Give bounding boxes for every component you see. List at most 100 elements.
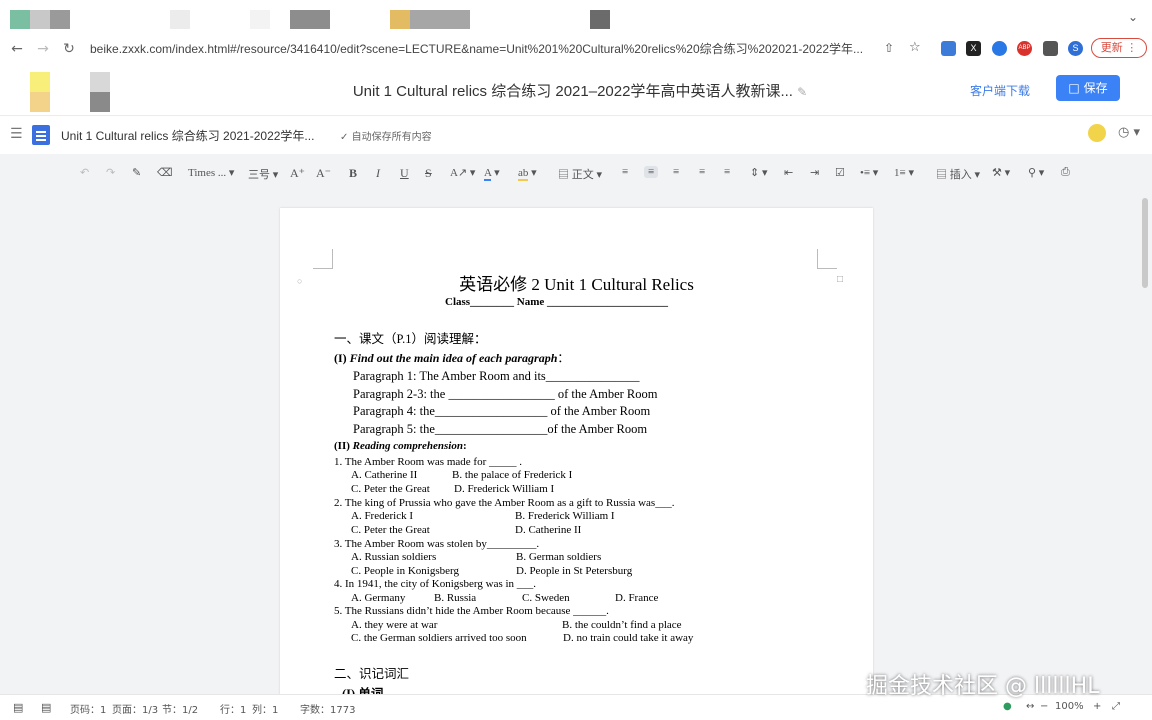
decrease-font-icon[interactable]: A⁻ xyxy=(316,166,331,181)
browser-tab[interactable] xyxy=(250,10,270,29)
part-label: (I) xyxy=(334,351,350,365)
extension-shield-icon[interactable] xyxy=(941,41,956,56)
option: B. the couldn’t find a place xyxy=(562,619,682,631)
bold-icon[interactable]: B xyxy=(349,166,357,181)
align-right-icon[interactable]: ≡ xyxy=(673,166,679,178)
option: C. the German soldiers arrived too soon xyxy=(351,632,527,644)
fullscreen-icon[interactable]: ⤢ xyxy=(1112,701,1120,712)
underline-icon[interactable]: U xyxy=(400,166,409,181)
history-clock-icon[interactable]: ◷ ▾ xyxy=(1118,125,1140,140)
font-size-select[interactable]: 三号 ▾ xyxy=(248,166,278,182)
clear-format-icon[interactable]: ⌫ xyxy=(157,166,173,179)
extensions-puzzle-icon[interactable] xyxy=(1043,41,1058,56)
paragraph-style-value: 正文 xyxy=(571,169,594,181)
align-center-icon[interactable]: ≡ xyxy=(644,166,659,178)
tab-search-chevron-icon[interactable]: ⌄ xyxy=(1128,10,1138,24)
option: C. Peter the Great xyxy=(351,524,430,536)
watermark-text: 掘金技术社区 @ llllllHL xyxy=(866,674,1100,699)
part-colon: : xyxy=(462,440,467,452)
print-icon[interactable]: ⎙ xyxy=(1061,166,1070,179)
italic-icon[interactable]: I xyxy=(376,166,380,181)
browser-tab[interactable] xyxy=(590,10,610,29)
question: 4. In 1941, the city of Konigsberg was i… xyxy=(334,578,537,590)
paragraph-style-select[interactable]: ▤ 正文 ▾ xyxy=(558,166,602,182)
numbered-list-icon[interactable]: 1≡ ▾ xyxy=(894,166,914,179)
extension-x-icon[interactable]: X xyxy=(966,41,981,56)
font-family-select[interactable]: Times ... ▾ xyxy=(188,166,234,179)
increase-font-icon[interactable]: A⁺ xyxy=(290,166,305,181)
zoom-out-icon[interactable]: − xyxy=(1040,701,1048,712)
doc-name[interactable]: Unit 1 Cultural relics 综合练习 2021-2022学年.… xyxy=(61,127,314,144)
profile-avatar[interactable]: S xyxy=(1068,41,1083,56)
save-icon: □ xyxy=(1068,81,1080,95)
line-spacing-icon[interactable]: ⇕ ▾ xyxy=(750,166,768,179)
page-view-icon[interactable]: ▤ xyxy=(41,701,51,714)
redo-icon[interactable]: ↷ xyxy=(106,166,115,179)
extension-adblock-icon[interactable]: ABP xyxy=(1017,41,1032,56)
fit-width-icon[interactable]: ↔ xyxy=(1026,701,1034,712)
option: A. Catherine II xyxy=(351,469,418,481)
section-count: 节：1/2 xyxy=(162,705,199,716)
doc-menubar: ☰ Unit 1 Cultural relics 综合练习 2021-2022学… xyxy=(0,116,1152,154)
insert-menu[interactable]: ▤ 插入 ▾ xyxy=(936,166,980,182)
reload-icon[interactable]: ↻ xyxy=(58,41,80,57)
bullet-list-icon[interactable]: •≡ ▾ xyxy=(860,166,878,179)
browser-tab[interactable] xyxy=(30,10,50,29)
document-canvas[interactable]: □ ○ 英语必修 2 Unit 1 Cultural Relics Class_… xyxy=(0,194,1152,694)
document-page[interactable]: □ ○ 英语必修 2 Unit 1 Cultural Relics Class_… xyxy=(280,208,873,694)
distribute-icon[interactable]: ≡ xyxy=(724,166,730,178)
edit-pencil-icon[interactable]: ✎ xyxy=(797,85,807,99)
back-arrow-icon[interactable]: ← xyxy=(6,41,28,57)
browser-tab[interactable] xyxy=(390,10,410,29)
share-icon[interactable]: ⇧ xyxy=(884,41,894,55)
zoom-level[interactable]: 100% xyxy=(1055,701,1084,712)
option: D. People in St Petersburg xyxy=(516,565,633,577)
forward-arrow-icon[interactable]: → xyxy=(32,41,54,57)
option: C. People in Konigsberg xyxy=(351,565,459,577)
extension-circle-icon[interactable] xyxy=(992,41,1007,56)
browser-tab[interactable] xyxy=(290,10,330,29)
zoom-in-icon[interactable]: + xyxy=(1093,701,1101,712)
part-heading: (I) Find out the main idea of each parag… xyxy=(334,349,569,366)
browser-update-button[interactable]: 更新 ⋮ xyxy=(1091,38,1147,58)
format-painter-icon[interactable]: ✎ xyxy=(132,166,141,179)
indent-increase-icon[interactable]: ⇥ xyxy=(810,166,819,179)
site-logo[interactable] xyxy=(30,72,50,92)
font-family-value: Times ... xyxy=(188,167,227,179)
tools-icon[interactable]: ⚒ ▾ xyxy=(992,166,1010,179)
sync-icon[interactable]: ● xyxy=(1003,701,1012,712)
browser-tab[interactable] xyxy=(170,10,190,29)
collaborator-avatar[interactable] xyxy=(1088,124,1106,142)
outline-icon[interactable]: ▤ xyxy=(13,701,23,714)
browser-tab[interactable] xyxy=(50,10,70,29)
undo-icon[interactable]: ↶ xyxy=(80,166,89,179)
save-label: 保存 xyxy=(1083,81,1108,95)
browser-tab[interactable] xyxy=(410,10,470,29)
hamburger-menu-icon[interactable]: ☰ xyxy=(10,126,23,142)
bookmark-star-icon[interactable]: ☆ xyxy=(909,40,921,55)
strikethrough-icon[interactable]: S xyxy=(425,166,432,181)
option: B. Russia xyxy=(434,592,477,604)
document-icon xyxy=(32,125,50,145)
find-icon[interactable]: ⚲ ▾ xyxy=(1028,166,1044,179)
vertical-scrollbar[interactable] xyxy=(1142,198,1148,288)
option: A. Frederick I xyxy=(351,510,414,522)
format-toolbar: ↶ ↷ ✎ ⌫ Times ... ▾ 三号 ▾ A⁺ A⁻ B I U S A… xyxy=(0,154,1152,194)
site-logo xyxy=(90,72,110,92)
justify-icon[interactable]: ≡ xyxy=(699,166,705,178)
indent-decrease-icon[interactable]: ⇤ xyxy=(784,166,793,179)
question: 3. The Amber Room was stolen by_________… xyxy=(334,538,540,550)
option: D. Frederick William I xyxy=(454,483,555,495)
font-color-icon[interactable]: A ▾ xyxy=(484,166,500,181)
align-left-icon[interactable]: ≡ xyxy=(622,166,628,178)
browser-tab[interactable] xyxy=(10,10,30,29)
checklist-icon[interactable]: ☑ xyxy=(835,166,845,179)
part-heading: (II) Reading comprehension: xyxy=(334,440,467,452)
client-download-link[interactable]: 客户端下载 xyxy=(970,82,1030,99)
save-button[interactable]: □ 保存 xyxy=(1056,75,1120,101)
update-label: 更新 xyxy=(1100,41,1123,54)
superscript-icon[interactable]: A↗ ▾ xyxy=(450,166,475,179)
highlight-icon[interactable]: ab ▾ xyxy=(518,166,537,181)
autosave-status: ✓ 自动保存所有内容 xyxy=(340,128,432,143)
url-field[interactable]: beike.zxxk.com/index.html#/resource/3416… xyxy=(90,40,880,57)
